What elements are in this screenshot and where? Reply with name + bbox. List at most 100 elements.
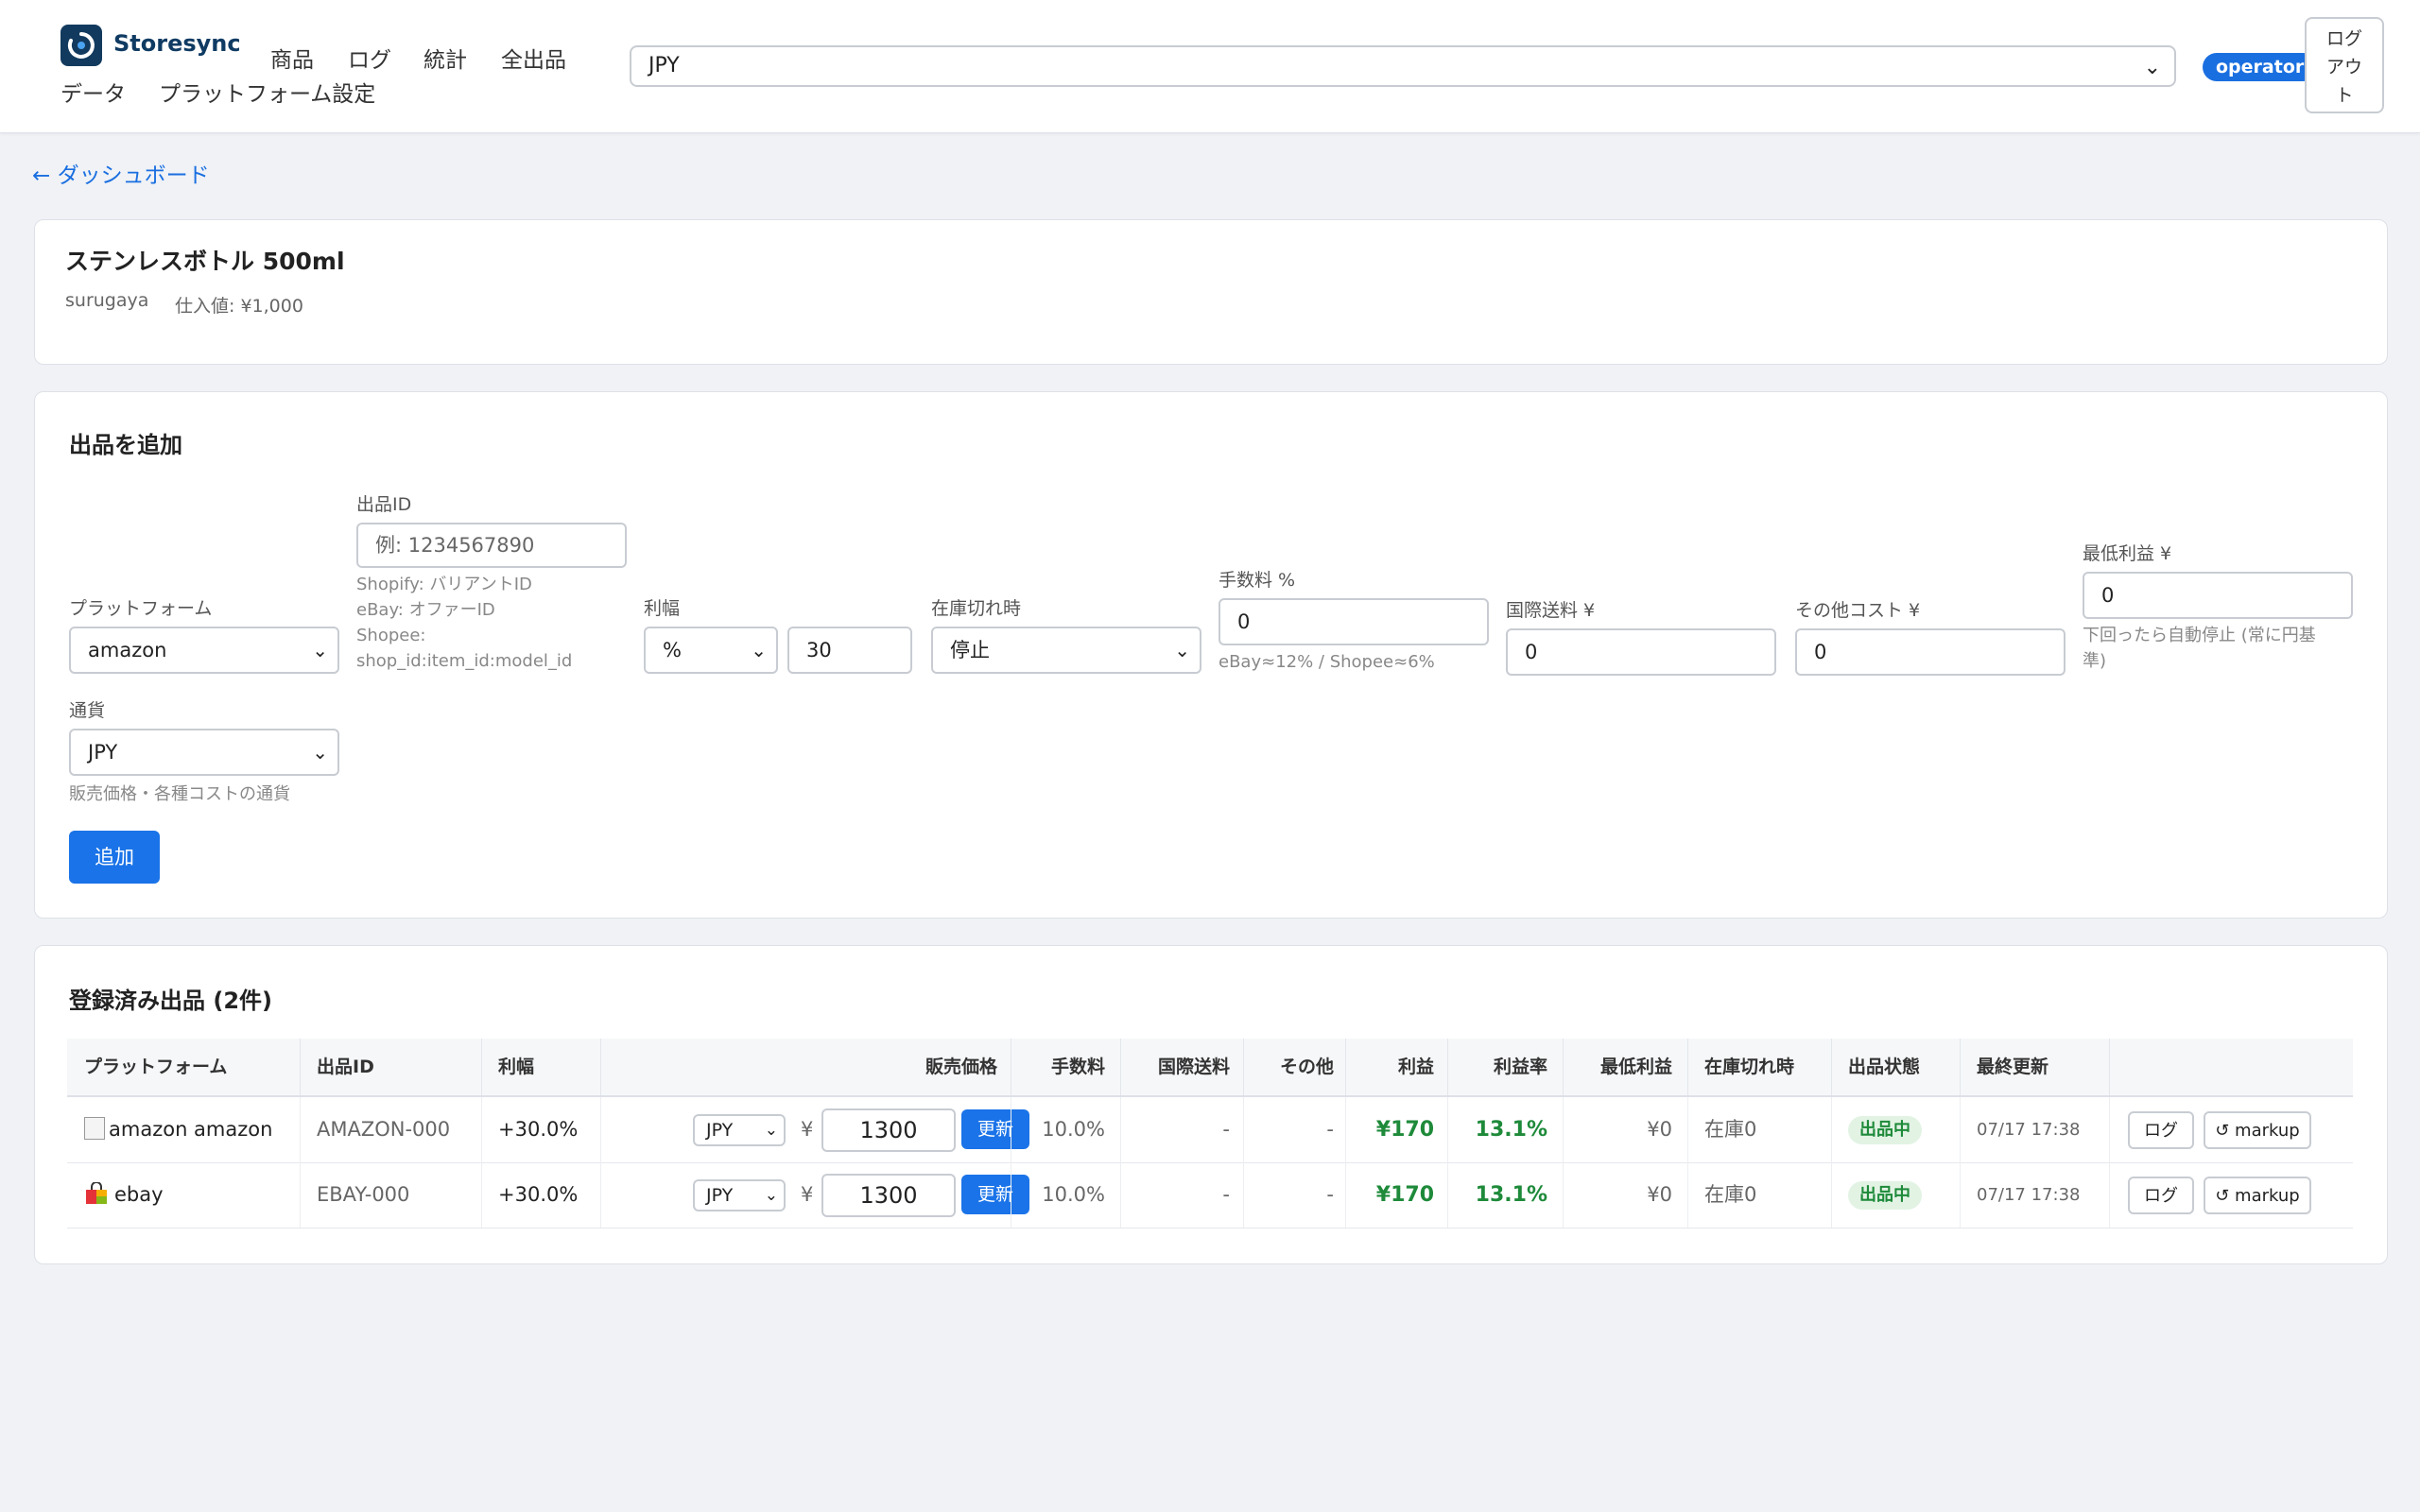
listings-title: 登録済み出品 (2件) [69,988,272,1014]
fee-cell: 10.0% [1042,1118,1105,1141]
back-to-dashboard-link[interactable]: ← ダッシュボード [32,157,210,189]
price-input[interactable]: 1300 [821,1108,956,1152]
platform-name: ebay [114,1183,164,1206]
row-currency-value: JPY [706,1120,734,1141]
column-divider [1687,1097,1688,1162]
add-listing-title: 出品を追加 [69,432,182,458]
add-listing-button[interactable]: 追加 [69,831,160,884]
nav-data[interactable]: データ [60,76,126,108]
markup-button[interactable]: ↺ markup [2204,1177,2311,1214]
log-button[interactable]: ログ [2128,1177,2194,1214]
chevron-down-icon: ⌄ [751,639,767,662]
min-profit-input[interactable]: 0 [2083,572,2353,619]
column-divider [1960,1039,1961,1095]
listing-id-cell: EBAY-000 [317,1183,410,1206]
updated-cell: 07/17 17:38 [1977,1185,2081,1205]
th-margin: 利幅 [498,1057,535,1077]
min-profit-cell: ¥0 [1647,1183,1672,1206]
logout-label-line1: ログ [2325,28,2362,49]
column-divider [300,1039,301,1095]
listings-card: 登録済み出品 (2件) プラットフォーム 出品ID 利幅 販売価格 手数料 国際… [34,945,2388,1264]
table-header: プラットフォーム 出品ID 利幅 販売価格 手数料 国際送料 その他 利益 利益… [67,1039,2353,1097]
fee-label: 手数料 % [1219,570,1296,591]
logo-icon[interactable] [60,25,102,66]
fee-cell: 10.0% [1042,1183,1105,1206]
oos-select[interactable]: 停止 ⌄ [931,627,1201,674]
listing-id-input[interactable]: 例: 1234567890 [356,523,627,568]
profit-rate-cell: 13.1% [1475,1183,1547,1207]
row-currency-select[interactable]: JPY ⌄ [693,1179,786,1211]
oos-label: 在庫切れ時 [931,598,1022,619]
profit-rate-cell: 13.1% [1475,1118,1547,1142]
fee-hint: eBay≈12% / Shopee≈6% [1219,652,1435,672]
nav-logs[interactable]: ログ [348,42,391,74]
header-currency-select[interactable]: JPY ⌄ [630,45,2176,87]
logout-label-line2: アウ [2325,57,2362,77]
margin-type-value: % [663,639,682,662]
th-listing-id: 出品ID [317,1057,374,1077]
currency-hint: 販売価格・各種コストの通貨 [69,784,290,804]
column-divider [600,1162,601,1228]
product-cost: 仕入値: ¥1,000 [175,296,303,317]
column-divider [1687,1162,1688,1228]
column-divider [481,1039,482,1095]
min-profit-hint-line2: 準) [2083,651,2107,671]
th-intl: 国際送料 [1157,1057,1230,1077]
other-cell: - [1326,1118,1334,1141]
role-badge: operator [2203,53,2318,81]
platform-label: プラットフォーム [69,598,213,619]
nav-platform-settings[interactable]: プラットフォーム設定 [159,76,375,108]
column-divider [1831,1097,1832,1162]
nav-stats[interactable]: 統計 [424,42,467,74]
currency-select-value: JPY [88,741,118,764]
profit-cell: ¥170 [1375,1118,1434,1142]
profit-cell: ¥170 [1375,1183,1434,1207]
logout-button[interactable]: ログ アウ ト [2305,17,2384,113]
column-divider [2109,1162,2110,1228]
th-other: その他 [1279,1057,1334,1077]
table-row: amazon amazon AMAZON-000 +30.0% JPY ⌄ ¥ … [67,1097,2353,1163]
price-input[interactable]: 1300 [821,1174,956,1217]
margin-cell: +30.0% [498,1118,579,1141]
row-currency-select[interactable]: JPY ⌄ [693,1114,786,1146]
listing-id-hints: Shopify: バリアントID eBay: オファーID Shopee: sh… [356,572,572,674]
currency-select[interactable]: JPY ⌄ [69,729,339,776]
chevron-down-icon: ⌄ [312,741,328,764]
th-fee: 手数料 [1050,1057,1105,1077]
header-currency-value: JPY [648,54,680,77]
hint-shopee-format: shop_id:item_id:model_id [356,651,573,671]
brand-name[interactable]: Storesync [113,30,241,57]
row-currency-value: JPY [706,1185,734,1206]
hint-shopify: Shopify: バリアントID [356,575,532,594]
status-badge: 出品中 [1848,1116,1922,1144]
yen-symbol: ¥ [801,1183,814,1206]
intl-cell: - [1222,1118,1230,1141]
platform-cell: amazon amazon [84,1097,272,1162]
min-profit-label: 最低利益 ¥ [2083,543,2172,564]
min-profit-hint-line1: 下回ったら自動停止 (常に円基 [2083,626,2316,645]
log-button[interactable]: ログ [2128,1111,2194,1149]
oos-select-value: 停止 [950,639,990,662]
other-cost-input[interactable]: 0 [1795,628,2066,676]
platform-select-value: amazon [88,639,167,662]
yen-symbol: ¥ [801,1118,814,1141]
platform-cell: ebay [84,1162,164,1228]
platform-select[interactable]: amazon ⌄ [69,627,339,674]
column-divider [1687,1039,1688,1095]
margin-label: 利幅 [644,598,681,619]
fee-input[interactable]: 0 [1219,598,1489,645]
nav-all-listings[interactable]: 全出品 [501,42,566,74]
nav-products[interactable]: 商品 [270,42,314,74]
logout-label-line3: ト [2335,85,2354,106]
th-platform: プラットフォーム [84,1057,228,1077]
hint-ebay: eBay: オファーID [356,600,495,620]
min-profit-cell: ¥0 [1647,1118,1672,1141]
markup-button[interactable]: ↺ markup [2204,1111,2311,1149]
th-min-profit: 最低利益 [1599,1057,1672,1077]
add-listing-card: 出品を追加 プラットフォーム amazon ⌄ 出品ID 例: 12345678… [34,391,2388,919]
column-divider [481,1097,482,1162]
top-header: Storesync 商品 ログ 統計 全出品 データ プラットフォーム設定 JP… [0,0,2420,133]
margin-value-input[interactable]: 30 [787,627,912,674]
margin-type-select[interactable]: % ⌄ [644,627,778,674]
intl-shipping-input[interactable]: 0 [1506,628,1776,676]
